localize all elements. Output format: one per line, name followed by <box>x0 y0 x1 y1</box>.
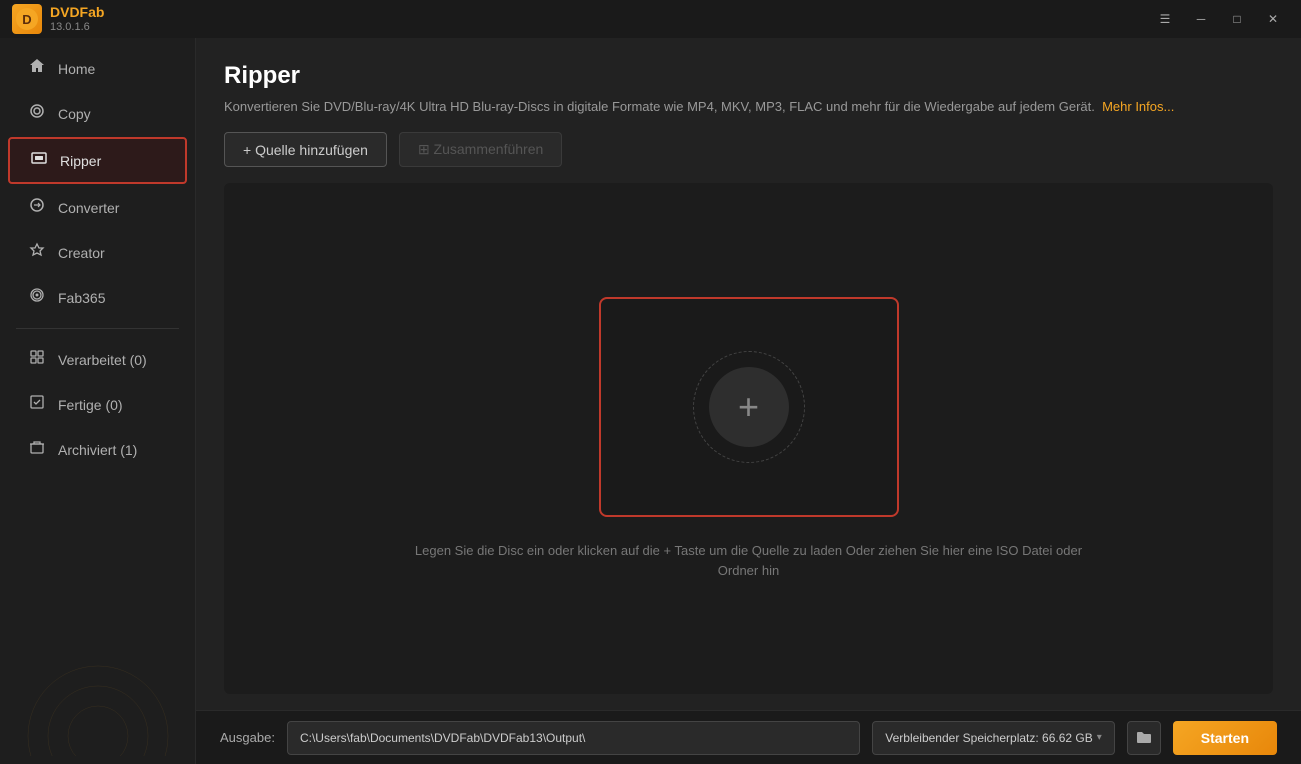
creator-icon <box>28 242 46 263</box>
add-plus-button[interactable]: + <box>709 367 789 447</box>
main-layout: Home Copy Ripper Converter Creator <box>0 38 1301 764</box>
archiviert-icon <box>28 439 46 460</box>
close-button[interactable]: ✕ <box>1257 8 1289 30</box>
sidebar-label-creator: Creator <box>58 245 105 261</box>
sidebar-item-converter[interactable]: Converter <box>8 186 187 229</box>
sidebar-item-fab365[interactable]: Fab365 <box>8 276 187 319</box>
sidebar-label-verarbeitet: Verarbeitet (0) <box>58 352 147 368</box>
folder-icon <box>1135 729 1153 747</box>
sidebar-label-home: Home <box>58 61 95 77</box>
app-logo: D <box>12 4 42 34</box>
folder-button[interactable] <box>1127 721 1161 755</box>
fab365-icon <box>28 287 46 308</box>
page-description: Konvertieren Sie DVD/Blu-ray/4K Ultra HD… <box>224 98 1273 116</box>
drop-zone-container: + Legen Sie die Disc ein oder klicken au… <box>196 183 1301 710</box>
merge-button[interactable]: ⊞ Zusammenführen <box>399 132 562 167</box>
fertige-icon <box>28 394 46 415</box>
maximize-button[interactable]: □ <box>1221 8 1253 30</box>
menu-button[interactable]: ☰ <box>1149 8 1181 30</box>
app-name: DVDFab <box>50 4 104 21</box>
verarbeitet-icon <box>28 349 46 370</box>
sidebar-art <box>0 472 195 756</box>
titlebar-controls: ☰ ─ □ ✕ <box>1149 8 1289 30</box>
storage-chevron-icon: ▾ <box>1097 732 1102 743</box>
content-area: Ripper Konvertieren Sie DVD/Blu-ray/4K U… <box>196 38 1301 764</box>
sidebar: Home Copy Ripper Converter Creator <box>0 38 196 764</box>
output-label: Ausgabe: <box>220 730 275 745</box>
titlebar: D DVDFab 13.0.1.6 ☰ ─ □ ✕ <box>0 0 1301 38</box>
output-path[interactable]: C:\Users\fab\Documents\DVDFab\DVDFab13\O… <box>287 721 860 755</box>
sidebar-item-ripper[interactable]: Ripper <box>8 137 187 184</box>
sidebar-label-copy: Copy <box>58 106 91 122</box>
sidebar-label-fertige: Fertige (0) <box>58 397 123 413</box>
minimize-button[interactable]: ─ <box>1185 8 1217 30</box>
sidebar-item-verarbeitet[interactable]: Verarbeitet (0) <box>8 338 187 381</box>
sidebar-item-creator[interactable]: Creator <box>8 231 187 274</box>
sidebar-label-converter: Converter <box>58 200 119 216</box>
drop-zone-inner: + Legen Sie die Disc ein oder klicken au… <box>399 297 1099 580</box>
start-button[interactable]: Starten <box>1173 721 1277 755</box>
storage-info[interactable]: Verbleibender Speicherplatz: 66.62 GB ▾ <box>872 721 1115 755</box>
sidebar-label-archiviert: Archiviert (1) <box>58 442 137 458</box>
sidebar-item-copy[interactable]: Copy <box>8 92 187 135</box>
converter-icon <box>28 197 46 218</box>
sidebar-label-fab365: Fab365 <box>58 290 105 306</box>
add-source-inner: + <box>709 367 789 447</box>
sidebar-item-home[interactable]: Home <box>8 47 187 90</box>
ripper-icon <box>30 150 48 171</box>
sidebar-item-archiviert[interactable]: Archiviert (1) <box>8 428 187 471</box>
drop-hint: Legen Sie die Disc ein oder klicken auf … <box>399 541 1099 580</box>
toolbar: + Quelle hinzufügen ⊞ Zusammenführen <box>196 132 1301 183</box>
drop-zone[interactable]: + Legen Sie die Disc ein oder klicken au… <box>224 183 1273 694</box>
content-header: Ripper Konvertieren Sie DVD/Blu-ray/4K U… <box>196 38 1301 132</box>
titlebar-left: D DVDFab 13.0.1.6 <box>12 4 104 34</box>
page-title: Ripper <box>224 62 1273 90</box>
app-version: 13.0.1.6 <box>50 21 104 34</box>
add-source-box[interactable]: + <box>599 297 899 517</box>
home-icon <box>28 58 46 79</box>
plus-icon: + <box>738 389 759 425</box>
svg-text:D: D <box>22 12 31 27</box>
sidebar-divider <box>16 328 179 329</box>
add-source-button[interactable]: + Quelle hinzufügen <box>224 132 387 167</box>
sidebar-label-ripper: Ripper <box>60 153 101 169</box>
bottom-bar: Ausgabe: C:\Users\fab\Documents\DVDFab\D… <box>196 710 1301 764</box>
more-info-link[interactable]: Mehr Infos... <box>1102 99 1174 114</box>
copy-icon <box>28 103 46 124</box>
sidebar-item-fertige[interactable]: Fertige (0) <box>8 383 187 426</box>
